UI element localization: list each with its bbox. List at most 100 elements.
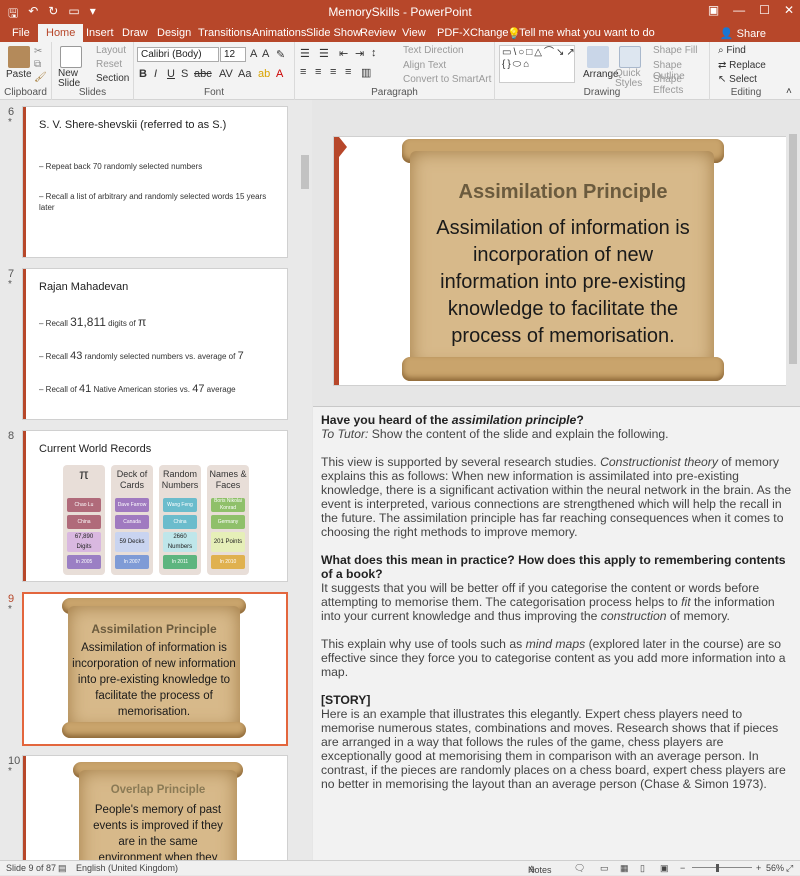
slide-thumbnail-7[interactable]: Rajan Mahadevan – Recall 31,811 digits o… [22,268,288,420]
find-button[interactable]: ⌕ Find [718,45,746,56]
slides-group: New Slide Layout Reset Section Slides [52,42,134,100]
text-direction-button[interactable]: Text Direction [403,45,464,56]
tab-file[interactable]: File [12,27,30,39]
copy-icon[interactable]: ⧉ [34,59,41,70]
paste-icon[interactable] [8,46,30,68]
tab-pdf-xchange[interactable]: PDF-XChange 4 [437,27,518,39]
align-right-icon[interactable]: ≡ [330,66,336,78]
language-indicator[interactable]: English (United Kingdom) [76,863,178,873]
layout-button[interactable]: Layout [96,45,126,56]
window-title: MemorySkills - PowerPoint [328,5,472,19]
paste-button[interactable]: Paste [6,69,32,80]
tab-review[interactable]: Review [360,27,396,39]
ribbon-tabs: File Home Insert Draw Design Transitions… [0,24,800,42]
strikethrough-icon[interactable]: abc [194,68,212,80]
char-spacing-icon[interactable]: AV [219,68,233,80]
change-case-icon[interactable]: Aa [238,68,251,80]
thumb-title: Rajan Mahadevan [39,281,129,293]
slide-sorter-icon[interactable]: ▦ [620,863,629,874]
reset-button[interactable]: Reset [96,59,122,70]
collapse-ribbon-icon[interactable]: ˄ [786,86,792,97]
notes-paragraph: This view is supported by several resear… [321,455,792,539]
grow-font-icon[interactable]: A [250,48,257,60]
align-left-icon[interactable]: ≡ [300,66,306,78]
notes-pane[interactable]: Have you heard of the assimilation princ… [313,406,800,860]
slide-thumbnail-9[interactable]: Assimilation Principle Assimilation of i… [22,592,288,746]
tell-me-box[interactable]: Tell me what you want to do [519,27,655,39]
tab-home[interactable]: Home [38,24,84,42]
tab-draw[interactable]: Draw [122,27,148,39]
shadow-icon[interactable]: S [181,68,188,80]
slideshow-view-icon[interactable]: ▣ [660,863,669,874]
scrollbar-thumb[interactable] [789,134,797,364]
cut-icon[interactable]: ✂ [34,46,42,57]
normal-view-icon[interactable]: ▭ [600,863,609,874]
ribbon-display-icon[interactable]: ▣ [708,3,719,17]
italic-icon[interactable]: I [154,68,157,80]
convert-smartart-button[interactable]: Convert to SmartArt [403,74,491,85]
animation-star-icon: * [8,117,12,128]
share-button[interactable]: 👤 Share [720,27,766,40]
font-color-icon[interactable]: A [276,68,283,80]
bullets-icon[interactable]: ☰ [300,47,310,60]
slide-thumbnail-8[interactable]: Current World Records π Chao Lu China 67… [22,430,288,582]
comments-icon[interactable]: 🗨 [574,863,585,874]
fit-slide-icon[interactable]: ⤢ [786,863,793,874]
zoom-in-icon[interactable]: + [756,863,761,873]
font-size-box[interactable]: 12 [220,47,246,62]
tab-transitions[interactable]: Transitions [198,27,251,39]
slide-title[interactable]: Assimilation Principle [402,181,724,204]
tab-design[interactable]: Design [157,27,191,39]
quick-styles-icon[interactable] [619,46,641,68]
align-text-button[interactable]: Align Text [403,60,446,71]
align-center-icon[interactable]: ≡ [315,66,321,78]
numbering-icon[interactable]: ☰ [319,47,329,60]
tab-insert[interactable]: Insert [86,27,114,39]
animation-star-icon: * [8,604,12,615]
justify-icon[interactable]: ≡ [345,66,351,78]
thumbnail-scrollbar[interactable] [298,100,312,860]
new-slide-icon[interactable] [60,46,82,68]
replace-button[interactable]: ⇄ Replace [718,60,766,71]
font-name-box[interactable]: Calibri (Body) [137,47,219,62]
highlight-icon[interactable]: ab [258,68,270,80]
current-slide[interactable]: Assimilation Principle Assimilation of i… [333,136,795,386]
section-button[interactable]: Section [96,73,129,84]
bold-icon[interactable]: B [139,68,147,80]
close-icon[interactable]: ✕ [784,3,794,17]
zoom-level[interactable]: 56% [766,863,784,873]
shapes-gallery[interactable]: ▭\○□△⌒↘↗⤴⬡☆↔⟨⟩{}⬭⌂ [499,45,575,83]
maximize-icon[interactable]: ☐ [759,3,770,17]
spellcheck-icon[interactable]: ▤ [58,863,67,874]
accent-bar [23,269,26,419]
zoom-slider[interactable] [692,867,752,868]
underline-icon[interactable]: U [167,68,175,80]
tab-view[interactable]: View [402,27,426,39]
zoom-out-icon[interactable]: − [680,863,685,873]
shrink-font-icon[interactable]: A [262,48,269,60]
tab-slide-show[interactable]: Slide Show [306,27,361,39]
tab-animations[interactable]: Animations [252,27,306,39]
minimize-icon[interactable]: — [733,3,745,17]
slide-body-text[interactable]: Assimilation of information is incorpora… [402,215,724,350]
columns-icon[interactable]: ▥ [361,66,371,79]
select-button[interactable]: ↖ Select [718,74,757,85]
line-spacing-icon[interactable]: ↕ [371,47,377,59]
increase-indent-icon[interactable]: ⇥ [355,47,364,60]
zoom-slider-thumb[interactable] [716,864,719,872]
slide-scrollbar[interactable] [786,100,800,406]
decrease-indent-icon[interactable]: ⇤ [339,47,348,60]
shape-fill-button[interactable]: Shape Fill [653,45,697,56]
arrange-button[interactable]: Arrange [583,69,619,80]
slide-counter: Slide 9 of 87 [6,863,57,873]
arrange-icon[interactable] [587,46,609,68]
quick-styles-button[interactable]: Quick Styles [615,69,649,89]
scrollbar-thumb[interactable] [301,155,309,189]
slide-thumbnail-6[interactable]: S. V. Shere-shevskii (referred to as S.)… [22,106,288,258]
clear-format-icon[interactable]: ✎ [276,48,285,61]
new-slide-button[interactable]: New Slide [58,69,88,89]
parchment-scroll[interactable]: Assimilation Principle Assimilation of i… [402,139,724,385]
reading-view-icon[interactable]: ▯ [640,863,645,874]
format-painter-icon[interactable]: 🖌 [34,72,47,83]
slide-thumbnail-10[interactable]: Overlap Principle People's memory of pas… [22,755,288,860]
